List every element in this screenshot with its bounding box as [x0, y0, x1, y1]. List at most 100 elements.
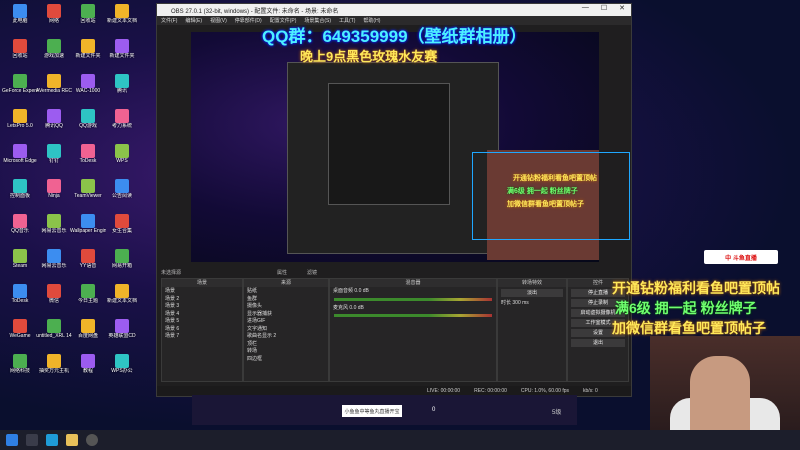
- desktop-icons-col4: 新建文本文档 新建文件夹 腾讯 考力系统 WPS 公告阅读 女生合集 网易开箱 新建文本文档 英雄…: [104, 4, 140, 389]
- source-item[interactable]: 鱼群: [244, 295, 328, 303]
- desktop-icon[interactable]: QQ游戏: [70, 109, 106, 136]
- scene-item[interactable]: 场景 6: [162, 325, 242, 333]
- desktop-icon[interactable]: Steam: [2, 249, 38, 276]
- desktop-icon[interactable]: WAC-1000: [70, 74, 106, 101]
- desktop-icon-label: 回收站: [12, 53, 28, 59]
- desktop-icon[interactable]: 钉钉: [36, 144, 72, 171]
- desktop-icon[interactable]: Wallpaper Engine: [70, 214, 106, 241]
- desktop-icon[interactable]: 英雄联盟CD: [104, 319, 140, 346]
- desktop-icon[interactable]: 考力系统: [104, 109, 140, 136]
- source-item[interactable]: 四边框: [244, 355, 328, 363]
- app-icon: [81, 74, 95, 88]
- chat-level: 5级: [552, 410, 562, 416]
- desktop-icon[interactable]: 新建文本文档: [104, 4, 140, 31]
- volume-meter[interactable]: [334, 314, 492, 317]
- obs-icon[interactable]: [86, 434, 98, 446]
- desktop-icon[interactable]: 百度网盘: [70, 319, 106, 346]
- source-item[interactable]: 转场: [244, 347, 328, 355]
- search-icon[interactable]: [26, 434, 38, 446]
- scene-item[interactable]: 场景: [162, 287, 242, 295]
- desktop-icon-label: 游戏加速: [43, 53, 64, 59]
- start-icon[interactable]: [6, 434, 18, 446]
- desktop-icon[interactable]: 女生合集: [104, 214, 140, 241]
- desktop-icon-label: LetsPro 5.0: [7, 123, 33, 129]
- desktop-icon[interactable]: 腾讯QQ: [36, 109, 72, 136]
- desktop-icon[interactable]: WeGame: [2, 319, 38, 346]
- source-item[interactable]: 顶栏: [244, 340, 328, 348]
- files-icon[interactable]: [66, 434, 78, 446]
- desktop-icon[interactable]: 今日主题: [70, 284, 106, 311]
- desktop-icon[interactable]: 控制面板: [2, 179, 38, 206]
- desktop-icon[interactable]: 公告阅读: [104, 179, 140, 206]
- obs-titlebar[interactable]: OBS 27.0.1 (32-bit, windows) - 配置文件: 未命名…: [157, 4, 631, 16]
- source-item[interactable]: 摄像头: [244, 302, 328, 310]
- menu-item[interactable]: 停靠部件(D): [235, 17, 262, 24]
- minimize-icon[interactable]: —: [582, 4, 589, 12]
- desktop-icon-label: 此电脑: [12, 18, 28, 24]
- desktop-icon-label: WPS办公: [111, 368, 133, 374]
- source-item[interactable]: 贴纸: [244, 287, 328, 295]
- scene-item[interactable]: 场景 7: [162, 332, 242, 340]
- desktop-icon[interactable]: 网络: [36, 4, 72, 31]
- desktop-icon[interactable]: LetsPro 5.0: [2, 109, 38, 136]
- overlay-fans-1: 开通钻粉福利看鱼吧置顶帖: [612, 280, 780, 296]
- desktop-icon[interactable]: ToDesk: [70, 144, 106, 171]
- desktop-icon[interactable]: ToDesk: [2, 284, 38, 311]
- maximize-icon[interactable]: ☐: [601, 4, 607, 12]
- desktop-icon[interactable]: 新建文本文档: [104, 284, 140, 311]
- desktop-icon[interactable]: YY语音: [70, 249, 106, 276]
- gift-banner[interactable]: 小鱼鱼中等鱼丸直播开宝: [342, 405, 402, 417]
- desktop-icon[interactable]: 回收站: [70, 4, 106, 31]
- desktop-icon[interactable]: 教程: [70, 354, 106, 381]
- source-item[interactable]: 进场GIF: [244, 317, 328, 325]
- mixer-track-name: 麦克风: [333, 304, 349, 311]
- desktop-icon[interactable]: 网易云音乐: [36, 249, 72, 276]
- desktop-icon[interactable]: QQ音乐: [2, 214, 38, 241]
- desktop-icon-label: QQ游戏: [79, 123, 97, 129]
- desktop-icon[interactable]: 游戏加速: [36, 39, 72, 66]
- volume-meter[interactable]: [334, 297, 492, 301]
- desktop-icon[interactable]: AVermedia RECentral 4: [36, 74, 72, 101]
- desktop-icon[interactable]: 抽奖万元主机: [36, 354, 72, 381]
- app-icon: [47, 109, 61, 123]
- desktop-icon[interactable]: 新建文件夹: [104, 39, 140, 66]
- transition-type[interactable]: 淡出: [501, 289, 563, 297]
- app-icon: [115, 249, 129, 263]
- app-icon: [115, 144, 129, 158]
- desktop-icon[interactable]: WPS办公: [104, 354, 140, 381]
- source-item[interactable]: 显示器捕获: [244, 310, 328, 318]
- desktop-icon[interactable]: 此电脑: [2, 4, 38, 31]
- desktop-icon[interactable]: 腾讯: [104, 74, 140, 101]
- desktop-icon[interactable]: Microsoft Edge: [2, 144, 38, 171]
- desktop-icon[interactable]: Ninja: [36, 179, 72, 206]
- desktop-icon[interactable]: GeForce Experience: [2, 74, 38, 101]
- edge-icon[interactable]: [46, 434, 58, 446]
- desktop-icon-label: 网易开箱: [111, 263, 132, 269]
- desktop-icon[interactable]: WPS: [104, 144, 140, 171]
- desktop-icon[interactable]: 微信: [36, 284, 72, 311]
- desktop-icon-label: Microsoft Edge: [3, 158, 37, 164]
- scene-item[interactable]: 场景 5: [162, 317, 242, 325]
- menu-item[interactable]: 视图(V): [210, 17, 227, 24]
- desktop-icon-label: 钉钉: [48, 158, 59, 164]
- source-item[interactable]: 文字通知: [244, 325, 328, 333]
- scene-item[interactable]: 场景 4: [162, 310, 242, 318]
- control-button[interactable]: 退出: [571, 339, 625, 347]
- desktop-icon-label: 新建文本文档: [106, 298, 137, 304]
- app-icon: [47, 214, 61, 228]
- desktop-icon[interactable]: 回收站: [2, 39, 38, 66]
- desktop-icon[interactable]: TeamViewer: [70, 179, 106, 206]
- menu-item[interactable]: 编辑(E): [185, 17, 202, 24]
- scene-item[interactable]: 场景 2: [162, 295, 242, 303]
- app-icon: [81, 144, 95, 158]
- desktop-icon[interactable]: 网易开箱: [104, 249, 140, 276]
- menu-item[interactable]: 文件(F): [161, 17, 177, 24]
- source-item[interactable]: 歌曲名显示 2: [244, 332, 328, 340]
- scene-item[interactable]: 场景 3: [162, 302, 242, 310]
- desktop-icon[interactable]: 网络科技: [2, 354, 38, 381]
- desktop-icon[interactable]: 新建文件夹: [70, 39, 106, 66]
- desktop-icon[interactable]: untitled_XRL 14: [36, 319, 72, 346]
- close-icon[interactable]: ✕: [619, 4, 625, 12]
- duration-value[interactable]: 300 ms: [512, 300, 528, 306]
- desktop-icon[interactable]: 网易云音乐: [36, 214, 72, 241]
